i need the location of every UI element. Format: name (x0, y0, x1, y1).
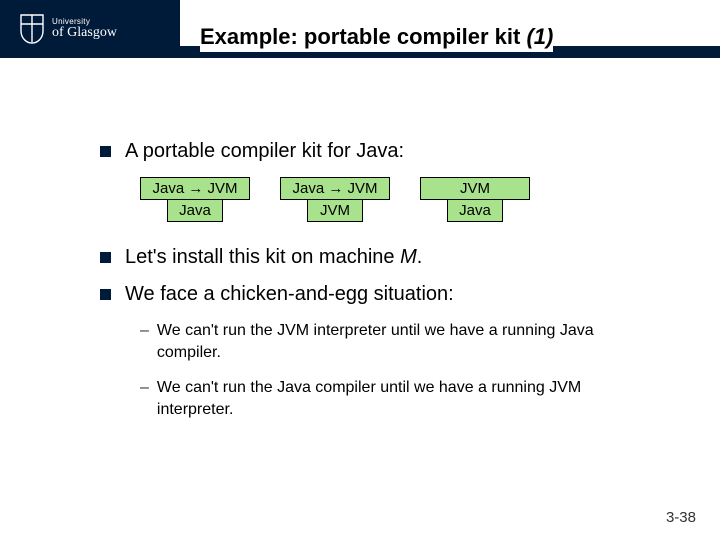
t-diagram-3: JVM Java (420, 177, 530, 222)
sub-1-text: We can't run the JVM interpreter until w… (157, 320, 660, 363)
bullet-2-text: Let's install this kit on machine M. (125, 246, 422, 269)
sub-2: – We can't run the Java compiler until w… (140, 377, 660, 420)
t3-stem: Java (447, 200, 503, 222)
bullet-3: We face a chicken-and-egg situation: (100, 283, 660, 306)
bullet-icon (100, 252, 111, 263)
bullet-3-text: We face a chicken-and-egg situation: (125, 283, 454, 306)
t-diagram-row: Java → JVM Java Java → JVM JVM JVM (140, 177, 660, 222)
t2-stem: JVM (307, 200, 363, 222)
sub-1: – We can't run the JVM interpreter until… (140, 320, 660, 363)
t-diagram-1: Java → JVM Java (140, 177, 250, 222)
bullet-1-text: A portable compiler kit for Java: (125, 140, 404, 163)
slide-title: Example: portable compiler kit (1) (200, 22, 553, 52)
crest-icon (18, 12, 46, 46)
t2-top: Java → JVM (280, 177, 390, 200)
bullet-1: A portable compiler kit for Java: (100, 140, 660, 163)
sub-list: – We can't run the JVM interpreter until… (140, 320, 660, 420)
dash-icon: – (140, 320, 149, 342)
university-logo: University of Glasgow (18, 8, 138, 50)
dash-icon: – (140, 377, 149, 399)
t-diagram-2: Java → JVM JVM (280, 177, 390, 222)
bullet-icon (100, 289, 111, 300)
logo-line2: of Glasgow (52, 26, 117, 40)
logo-text: University of Glasgow (52, 18, 117, 40)
sub-2-text: We can't run the Java compiler until we … (157, 377, 660, 420)
slide: University of Glasgow Example: portable … (0, 0, 720, 540)
bullet-icon (100, 146, 111, 157)
bullet-2: Let's install this kit on machine M. (100, 246, 660, 269)
content: A portable compiler kit for Java: Java →… (100, 140, 660, 434)
t1-top: Java → JVM (140, 177, 250, 200)
title-suffix: (1) (526, 24, 553, 49)
t1-stem: Java (167, 200, 223, 222)
page-number: 3-38 (666, 509, 696, 526)
t3-top: JVM (420, 177, 530, 200)
title-main: Example: portable compiler kit (200, 24, 526, 49)
